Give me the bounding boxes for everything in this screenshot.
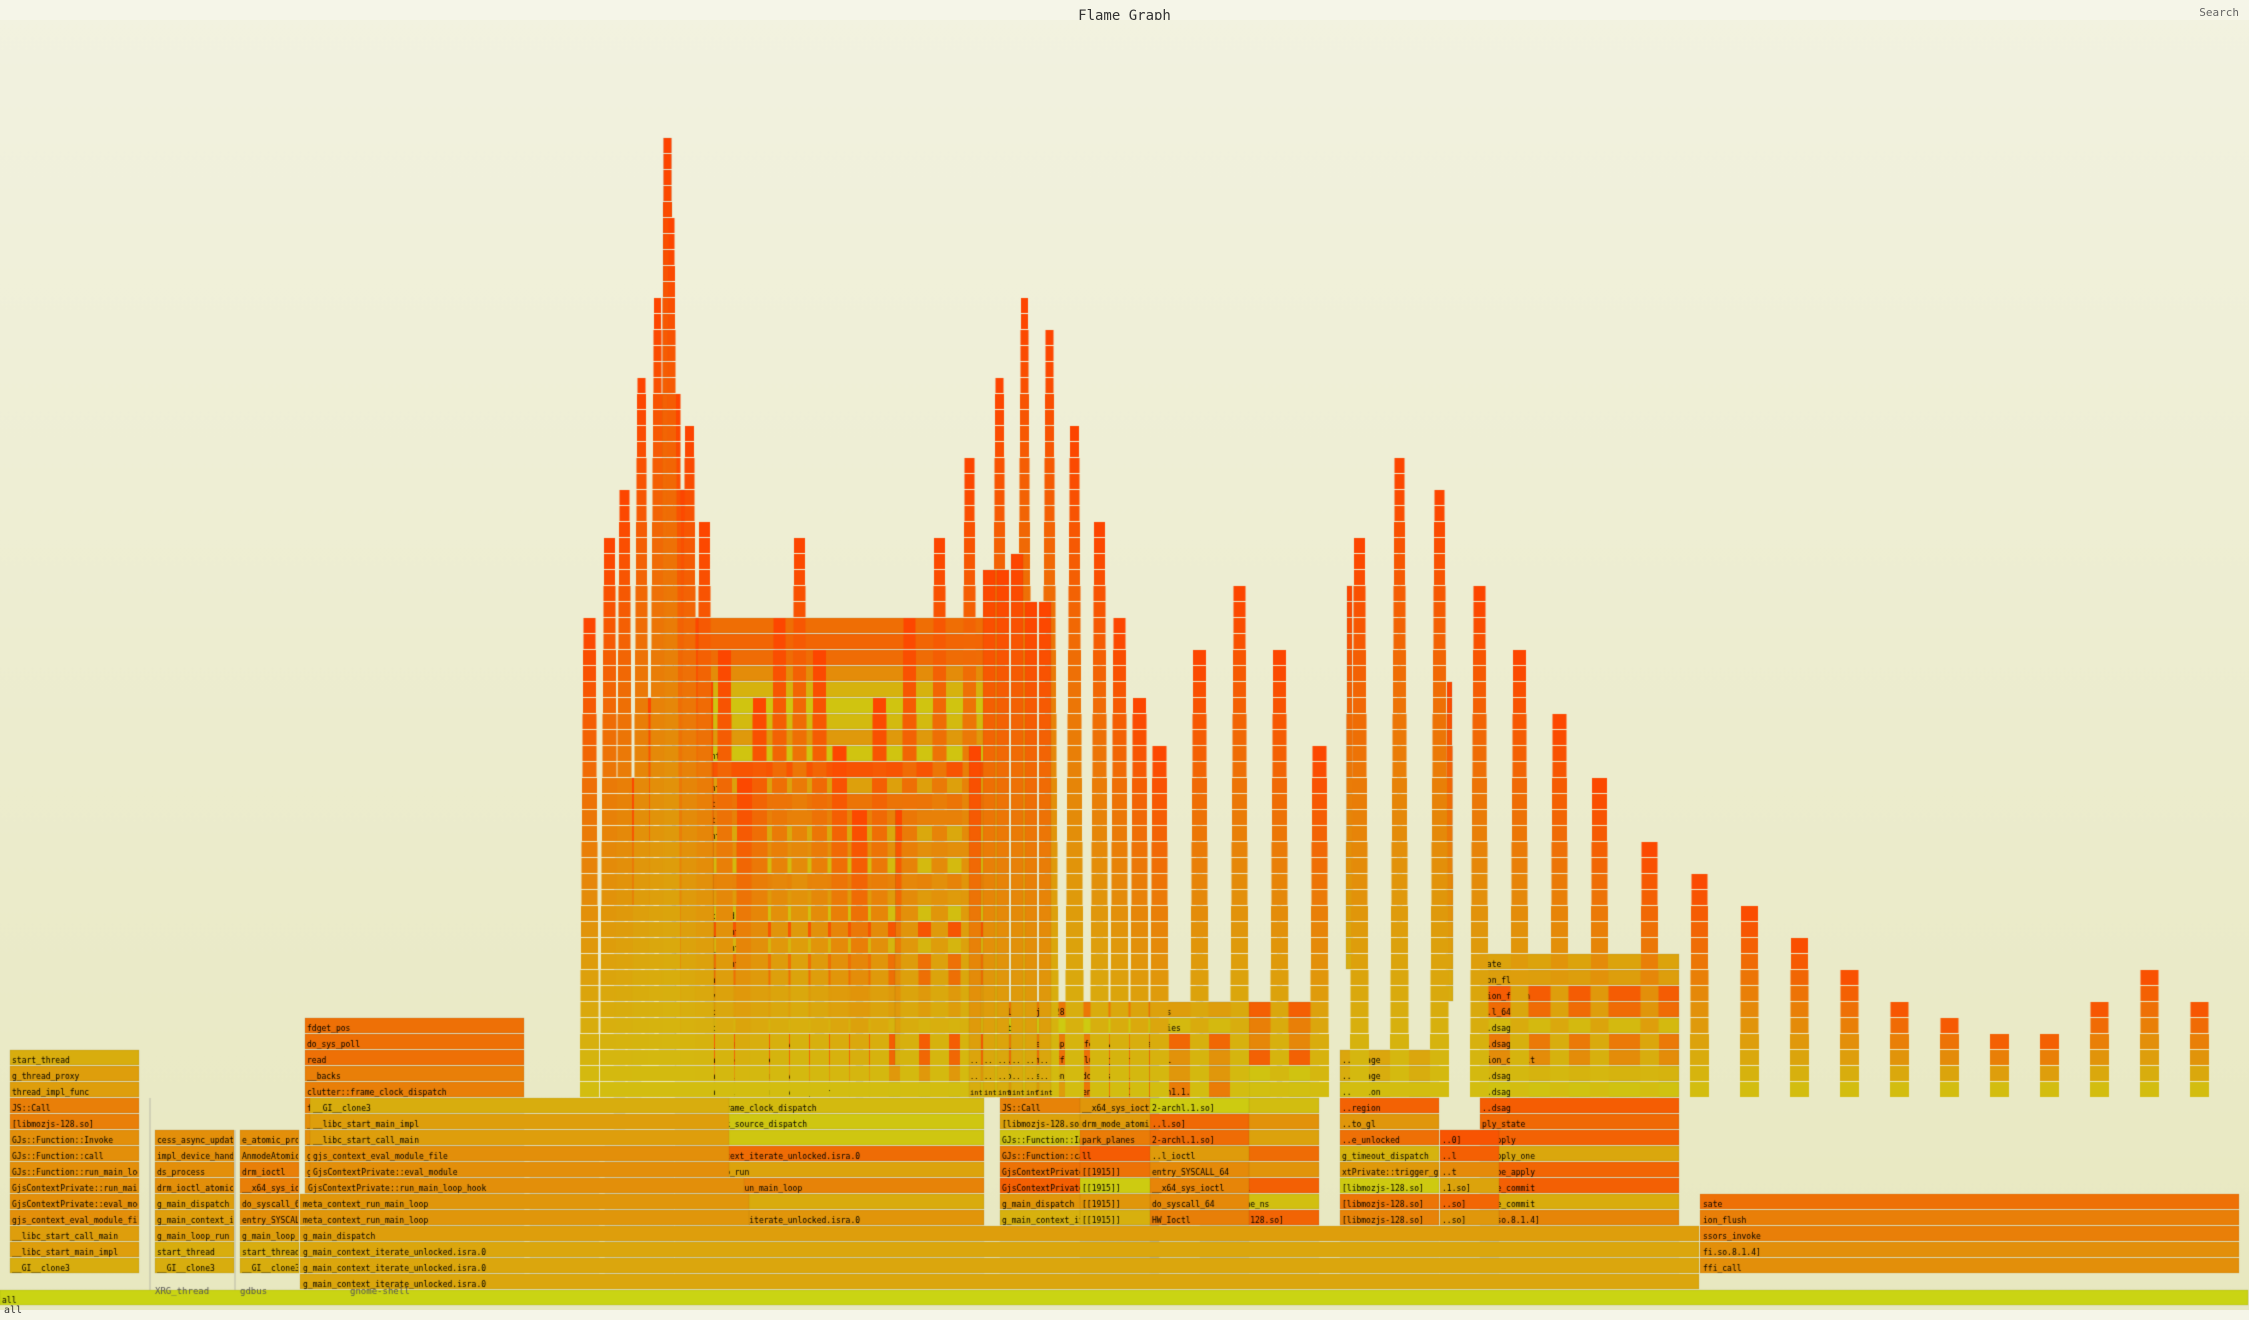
search-button[interactable]: Search [2199, 6, 2239, 19]
bottom-label: all [4, 1305, 22, 1316]
flame-graph-canvas[interactable] [0, 20, 2249, 1310]
flame-graph-container: Flame Graph Search all [0, 0, 2249, 1320]
